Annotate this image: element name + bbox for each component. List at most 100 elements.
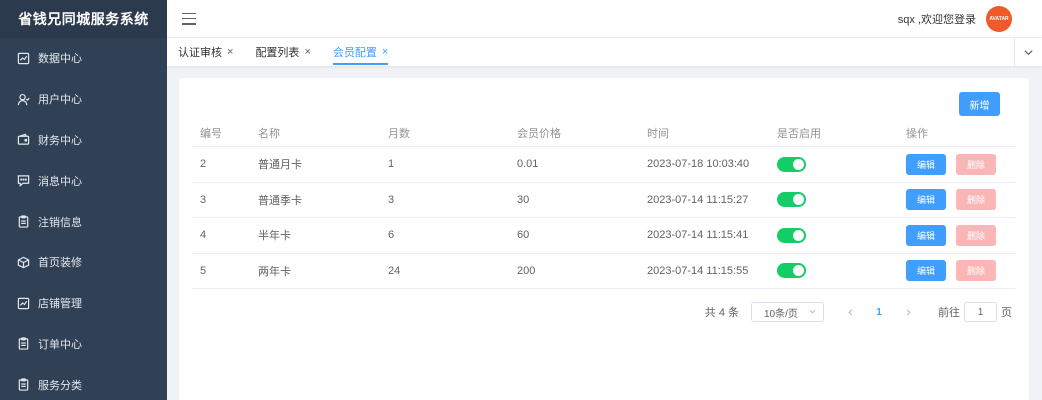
sidebar-item-user-center[interactable]: 用户中心 [0, 79, 167, 120]
avatar[interactable]: AVATAR [986, 5, 1012, 32]
cell-enabled [769, 156, 898, 172]
delete-button[interactable]: 删除 [956, 153, 997, 175]
cell-enabled [769, 263, 898, 279]
close-icon[interactable]: × [227, 46, 233, 58]
table-row: 5 两年卡 24 200 2023-07-14 11:15:55 编辑 删除 [192, 254, 1016, 289]
cell-time: 2023-07-14 11:15:41 [647, 229, 749, 242]
header-user-area: sqx ,欢迎您登录 AVATAR [897, 5, 1012, 32]
cell-id: 3 [200, 193, 207, 206]
sidebar-item-service-category[interactable]: 服务分类 [0, 364, 167, 400]
cell-price: 200 [517, 264, 536, 277]
sidebar-item-message-center[interactable]: 消息中心 [0, 160, 167, 201]
sidebar: 省钱兄同城服务系统 数据中心 用户中心 财务中心 消息中心 注销信息 首页装修 … [0, 0, 167, 400]
chevron-left-icon [847, 308, 852, 316]
cell-time: 2023-07-18 10:03:40 [647, 158, 750, 171]
cell-id: 4 [200, 229, 207, 242]
welcome-text: sqx ,欢迎您登录 [897, 13, 976, 26]
user-icon [16, 92, 30, 106]
cell-id: 2 [200, 158, 207, 171]
edit-button[interactable]: 编辑 [906, 224, 947, 246]
chevron-right-icon [906, 308, 911, 316]
cell-name: 普通月卡 [258, 159, 302, 172]
sidebar-item-finance-center[interactable]: 财务中心 [0, 120, 167, 161]
cell-months: 3 [388, 193, 395, 206]
sidebar-item-data-center[interactable]: 数据中心 [0, 38, 167, 79]
clipboard-icon [16, 337, 30, 351]
content-card: 新增 编号 名称 月数 会员价格 时间 是否启用 操作 2 普通月卡 1 0.0… [179, 78, 1029, 400]
sidebar-item-label: 店铺管理 [38, 298, 82, 311]
cell-price: 60 [517, 229, 530, 242]
sidebar-item-label: 用户中心 [38, 94, 82, 107]
enabled-switch[interactable] [777, 192, 806, 208]
hamburger-menu-icon[interactable] [182, 12, 196, 25]
chevron-down-icon [1024, 49, 1033, 55]
edit-button[interactable]: 编辑 [906, 260, 947, 282]
enabled-switch[interactable] [777, 227, 806, 243]
sidebar-item-label: 注销信息 [38, 216, 82, 229]
cell-name: 两年卡 [258, 265, 291, 278]
tab-label: 会员配置 [332, 47, 377, 59]
column-header: 名称 [258, 127, 280, 140]
sidebar-item-cancellation-info[interactable]: 注销信息 [0, 201, 167, 242]
sidebar-item-store-management[interactable]: 店铺管理 [0, 283, 167, 324]
sidebar-item-label: 数据中心 [38, 53, 82, 66]
cell-price: 0.01 [517, 158, 539, 171]
page-number-current[interactable]: 1 [864, 302, 894, 322]
tab-certification-review[interactable]: 认证审核 × [167, 38, 244, 66]
avatar-text: AVATAR [989, 15, 1009, 22]
sidebar-item-label: 首页装修 [38, 257, 82, 270]
tab-config-list[interactable]: 配置列表 × [244, 38, 321, 66]
table-header: 编号 名称 月数 会员价格 时间 是否启用 操作 [192, 119, 1016, 147]
sidebar-item-order-center[interactable]: 订单中心 [0, 324, 167, 365]
clipboard-icon [16, 378, 30, 392]
cell-enabled [769, 227, 898, 243]
chart-icon [16, 296, 30, 310]
delete-button[interactable]: 删除 [956, 189, 997, 211]
column-header: 是否启用 [777, 127, 821, 140]
sidebar-item-label: 服务分类 [38, 379, 82, 392]
sidebar-item-label: 消息中心 [38, 175, 82, 188]
tab-bar: 认证审核 × 配置列表 × 会员配置 × [167, 38, 1042, 66]
table-row: 3 普通季卡 3 30 2023-07-14 11:15:27 编辑 删除 [192, 183, 1016, 218]
column-header: 会员价格 [517, 127, 561, 140]
goto-page: 前往 页 [938, 302, 1012, 322]
clipboard-icon [16, 215, 30, 229]
cell-price: 30 [517, 193, 530, 206]
tab-label: 认证审核 [178, 47, 222, 59]
cell-name: 普通季卡 [258, 194, 302, 207]
delete-button[interactable]: 删除 [956, 260, 997, 282]
tabs-dropdown-button[interactable] [1014, 38, 1042, 66]
column-header: 编号 [200, 127, 222, 140]
enabled-switch[interactable] [777, 156, 806, 172]
cell-enabled [769, 192, 898, 208]
cell-months: 6 [388, 229, 395, 242]
next-page-button[interactable] [894, 302, 922, 322]
page-size-select[interactable]: 10条/页 [751, 302, 824, 322]
prev-page-button[interactable] [836, 302, 864, 322]
sidebar-item-label: 财务中心 [38, 134, 82, 147]
sidebar-item-label: 订单中心 [38, 338, 82, 351]
column-header: 月数 [388, 127, 410, 140]
cell-months: 1 [388, 158, 395, 171]
delete-button[interactable]: 删除 [956, 224, 997, 246]
cell-actions: 编辑 删除 [898, 260, 1016, 282]
close-icon[interactable]: × [382, 46, 388, 58]
app-title: 省钱兄同城服务系统 [0, 0, 167, 38]
cell-id: 5 [200, 264, 207, 277]
edit-button[interactable]: 编辑 [906, 153, 947, 175]
add-button[interactable]: 新增 [959, 92, 1000, 116]
sidebar-item-home-decoration[interactable]: 首页装修 [0, 242, 167, 283]
cell-actions: 编辑 删除 [898, 189, 1016, 211]
total-count: 共 4 条 [704, 307, 739, 319]
tab-label: 配置列表 [255, 47, 300, 59]
close-icon[interactable]: × [304, 46, 310, 58]
goto-prefix: 前往 [938, 307, 960, 319]
goto-suffix: 页 [1001, 307, 1012, 319]
chevron-down-icon [808, 307, 817, 319]
enabled-switch[interactable] [777, 263, 806, 279]
tab-member-config[interactable]: 会员配置 × [322, 38, 399, 66]
sidebar-menu: 数据中心 用户中心 财务中心 消息中心 注销信息 首页装修 店铺管理 订单中心 [0, 38, 167, 400]
edit-button[interactable]: 编辑 [906, 189, 947, 211]
goto-page-input[interactable] [964, 302, 997, 322]
wallet-icon [16, 133, 30, 147]
